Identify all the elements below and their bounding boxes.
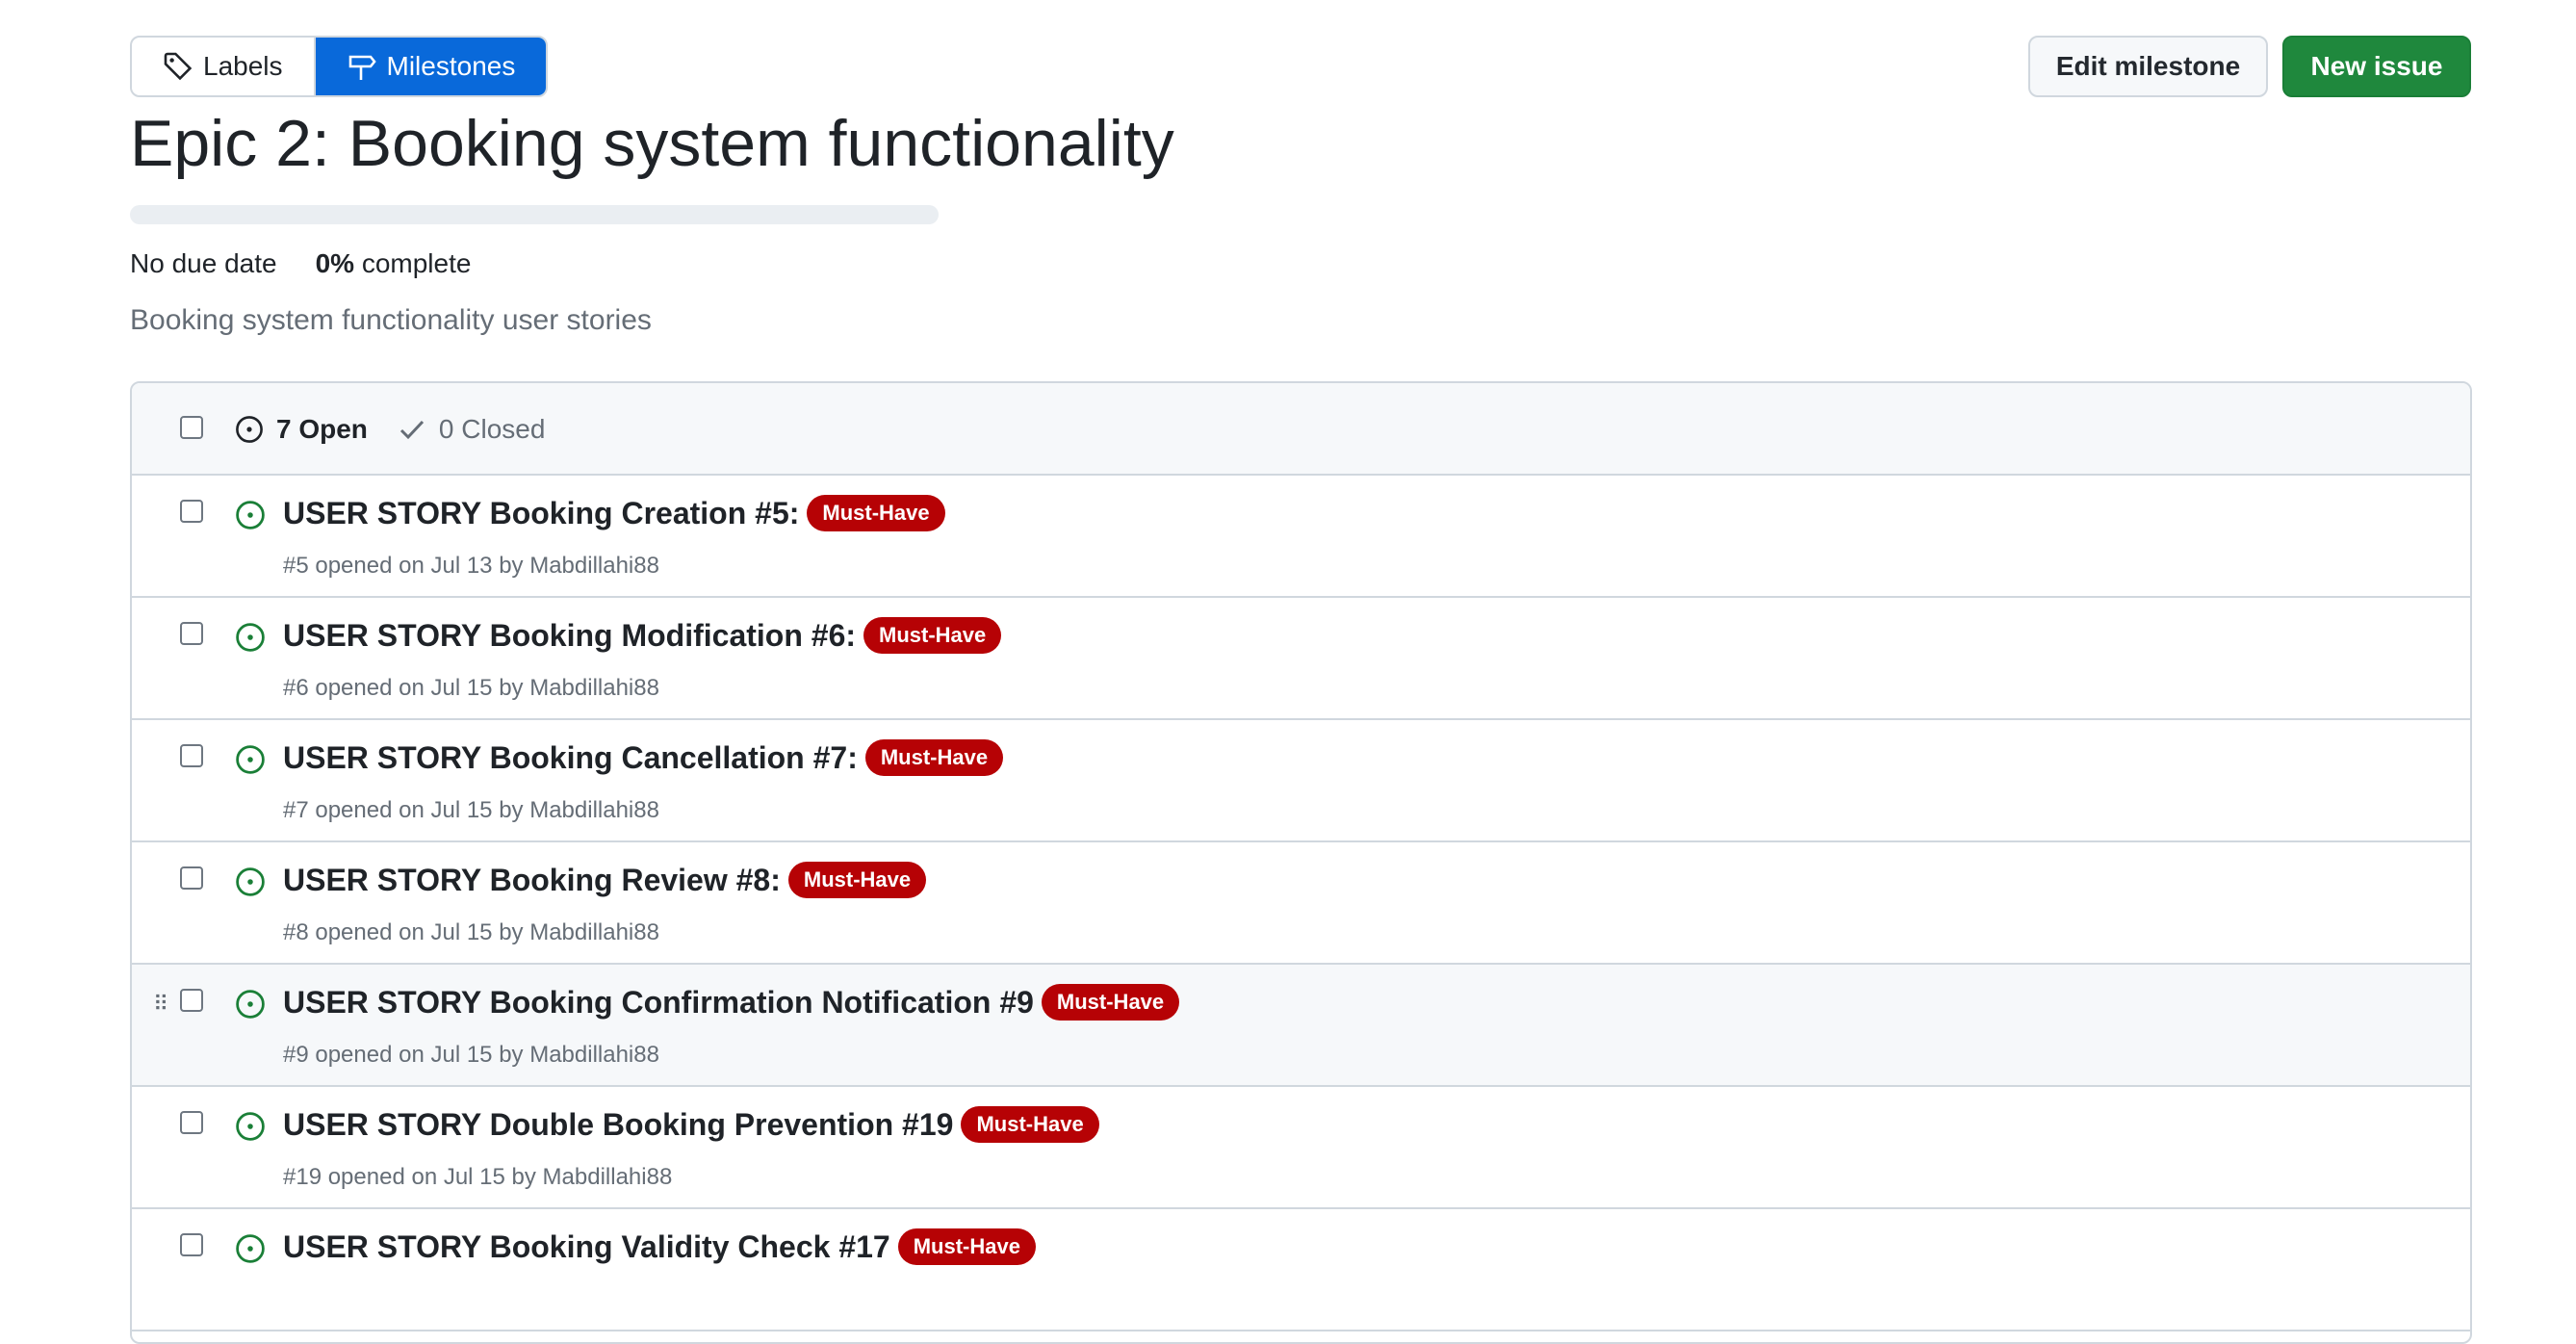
completion-word: complete — [361, 248, 472, 278]
issues-list-header: 7 Open 0 Closed — [132, 383, 2470, 476]
issue-checkbox[interactable] — [180, 1233, 203, 1256]
issue-row[interactable]: ⠿ USER STORY Booking Confirmation Notific… — [132, 965, 2470, 1087]
issue-open-icon — [236, 623, 265, 652]
issue-open-icon — [236, 1112, 265, 1141]
completion-percent: 0% — [315, 248, 355, 278]
issue-title-link[interactable]: USER STORY Double Booking Prevention #19 — [283, 1107, 953, 1143]
issue-checkbox[interactable] — [180, 744, 203, 767]
issue-open-icon — [236, 867, 265, 896]
issue-checkbox[interactable] — [180, 500, 203, 523]
issue-meta: #9 opened on Jul 15 by Mabdillahi88 — [283, 1042, 659, 1068]
closed-issues-filter[interactable]: 0 Closed — [397, 414, 546, 445]
issue-row[interactable]: USER STORY Booking Cancellation #7: Must-… — [132, 720, 2470, 842]
issue-state-filters: 7 Open 0 Closed — [234, 383, 545, 476]
issue-meta: #6 opened on Jul 15 by Mabdillahi88 — [283, 675, 659, 701]
issues-list: 7 Open 0 Closed USER STORY Booking Creat… — [130, 381, 2472, 1344]
issue-meta: #5 opened on Jul 13 by Mabdillahi88 — [283, 553, 659, 579]
due-date: No due date — [130, 248, 277, 278]
issue-checkbox[interactable] — [180, 622, 203, 645]
issue-checkbox[interactable] — [180, 866, 203, 890]
issue-checkbox[interactable] — [180, 989, 203, 1012]
issue-label[interactable]: Must-Have — [961, 1106, 1099, 1143]
issue-open-icon — [236, 501, 265, 530]
tag-icon — [164, 52, 193, 81]
issue-meta: #7 opened on Jul 15 by Mabdillahi88 — [283, 797, 659, 823]
issue-open-icon — [236, 416, 263, 443]
issue-open-icon — [236, 745, 265, 774]
issue-title-line: USER STORY Booking Cancellation #7: Must-… — [283, 739, 1004, 776]
new-issue-button[interactable]: New issue — [2282, 36, 2471, 97]
issue-label[interactable]: Must-Have — [863, 617, 1002, 654]
completion: 0% complete — [316, 248, 472, 279]
milestones-tab[interactable]: Milestones — [313, 38, 547, 95]
open-count: 7 Open — [276, 414, 368, 444]
issue-row[interactable]: USER STORY Booking Review #8: Must-Have #8… — [132, 842, 2470, 965]
issue-title-link[interactable]: USER STORY Booking Confirmation Notifica… — [283, 985, 1034, 1021]
issue-row[interactable]: USER STORY Double Booking Prevention #19… — [132, 1087, 2470, 1209]
issue-title-link[interactable]: USER STORY Booking Creation #5: — [283, 496, 799, 531]
issue-label[interactable]: Must-Have — [1041, 984, 1180, 1021]
milestone-icon — [348, 55, 376, 80]
issue-title-link[interactable]: USER STORY Booking Modification #6: — [283, 618, 856, 654]
issue-title-line: USER STORY Booking Confirmation Notifica… — [283, 984, 1180, 1021]
milestones-tab-label: Milestones — [386, 51, 516, 81]
issue-title-line: USER STORY Booking Modification #6: Must-… — [283, 617, 1002, 654]
issue-title-line: USER STORY Booking Validity Check #17 Mus… — [283, 1228, 1036, 1265]
labels-tab-label: Labels — [203, 51, 283, 81]
issue-row[interactable]: USER STORY Booking Creation #5: Must-Have… — [132, 476, 2470, 598]
edit-milestone-button[interactable]: Edit milestone — [2028, 36, 2268, 97]
issue-label[interactable]: Must-Have — [787, 862, 927, 898]
closed-count: 0 Closed — [438, 414, 546, 444]
issue-open-icon — [236, 990, 265, 1019]
check-icon — [399, 420, 425, 440]
issue-title-link[interactable]: USER STORY Booking Review #8: — [283, 863, 781, 898]
milestone-meta: No due date 0% complete — [130, 248, 471, 279]
issue-checkbox[interactable] — [180, 1111, 203, 1134]
issue-open-icon — [236, 1234, 265, 1263]
open-issues-filter[interactable]: 7 Open — [234, 414, 368, 445]
milestone-description: Booking system functionality user storie… — [130, 304, 652, 336]
labels-tab[interactable]: Labels — [132, 38, 314, 95]
issue-title-line: USER STORY Booking Creation #5: Must-Have — [283, 495, 945, 531]
issue-label[interactable]: Must-Have — [864, 739, 1004, 776]
select-all-checkbox[interactable] — [180, 416, 203, 439]
issue-title-line: USER STORY Booking Review #8: Must-Have — [283, 862, 927, 898]
issue-label[interactable]: Must-Have — [897, 1228, 1036, 1265]
issue-label[interactable]: Must-Have — [807, 495, 945, 531]
drag-handle-icon[interactable]: ⠿ — [153, 992, 168, 1017]
milestone-subnav: Labels Milestones — [130, 36, 549, 97]
issue-row[interactable]: USER STORY Booking Modification #6: Must-… — [132, 598, 2470, 720]
issue-row[interactable]: USER STORY Booking Validity Check #17 Mus… — [132, 1209, 2470, 1331]
milestone-progress-bar — [130, 205, 939, 224]
issue-title-link[interactable]: USER STORY Booking Cancellation #7: — [283, 740, 858, 776]
milestone-title: Epic 2: Booking system functionality — [130, 107, 1174, 180]
issue-title-line: USER STORY Double Booking Prevention #19… — [283, 1106, 1099, 1143]
issue-meta: #8 opened on Jul 15 by Mabdillahi88 — [283, 919, 659, 945]
issue-title-link[interactable]: USER STORY Booking Validity Check #17 — [283, 1229, 890, 1265]
issue-meta: #19 opened on Jul 15 by Mabdillahi88 — [283, 1164, 673, 1190]
